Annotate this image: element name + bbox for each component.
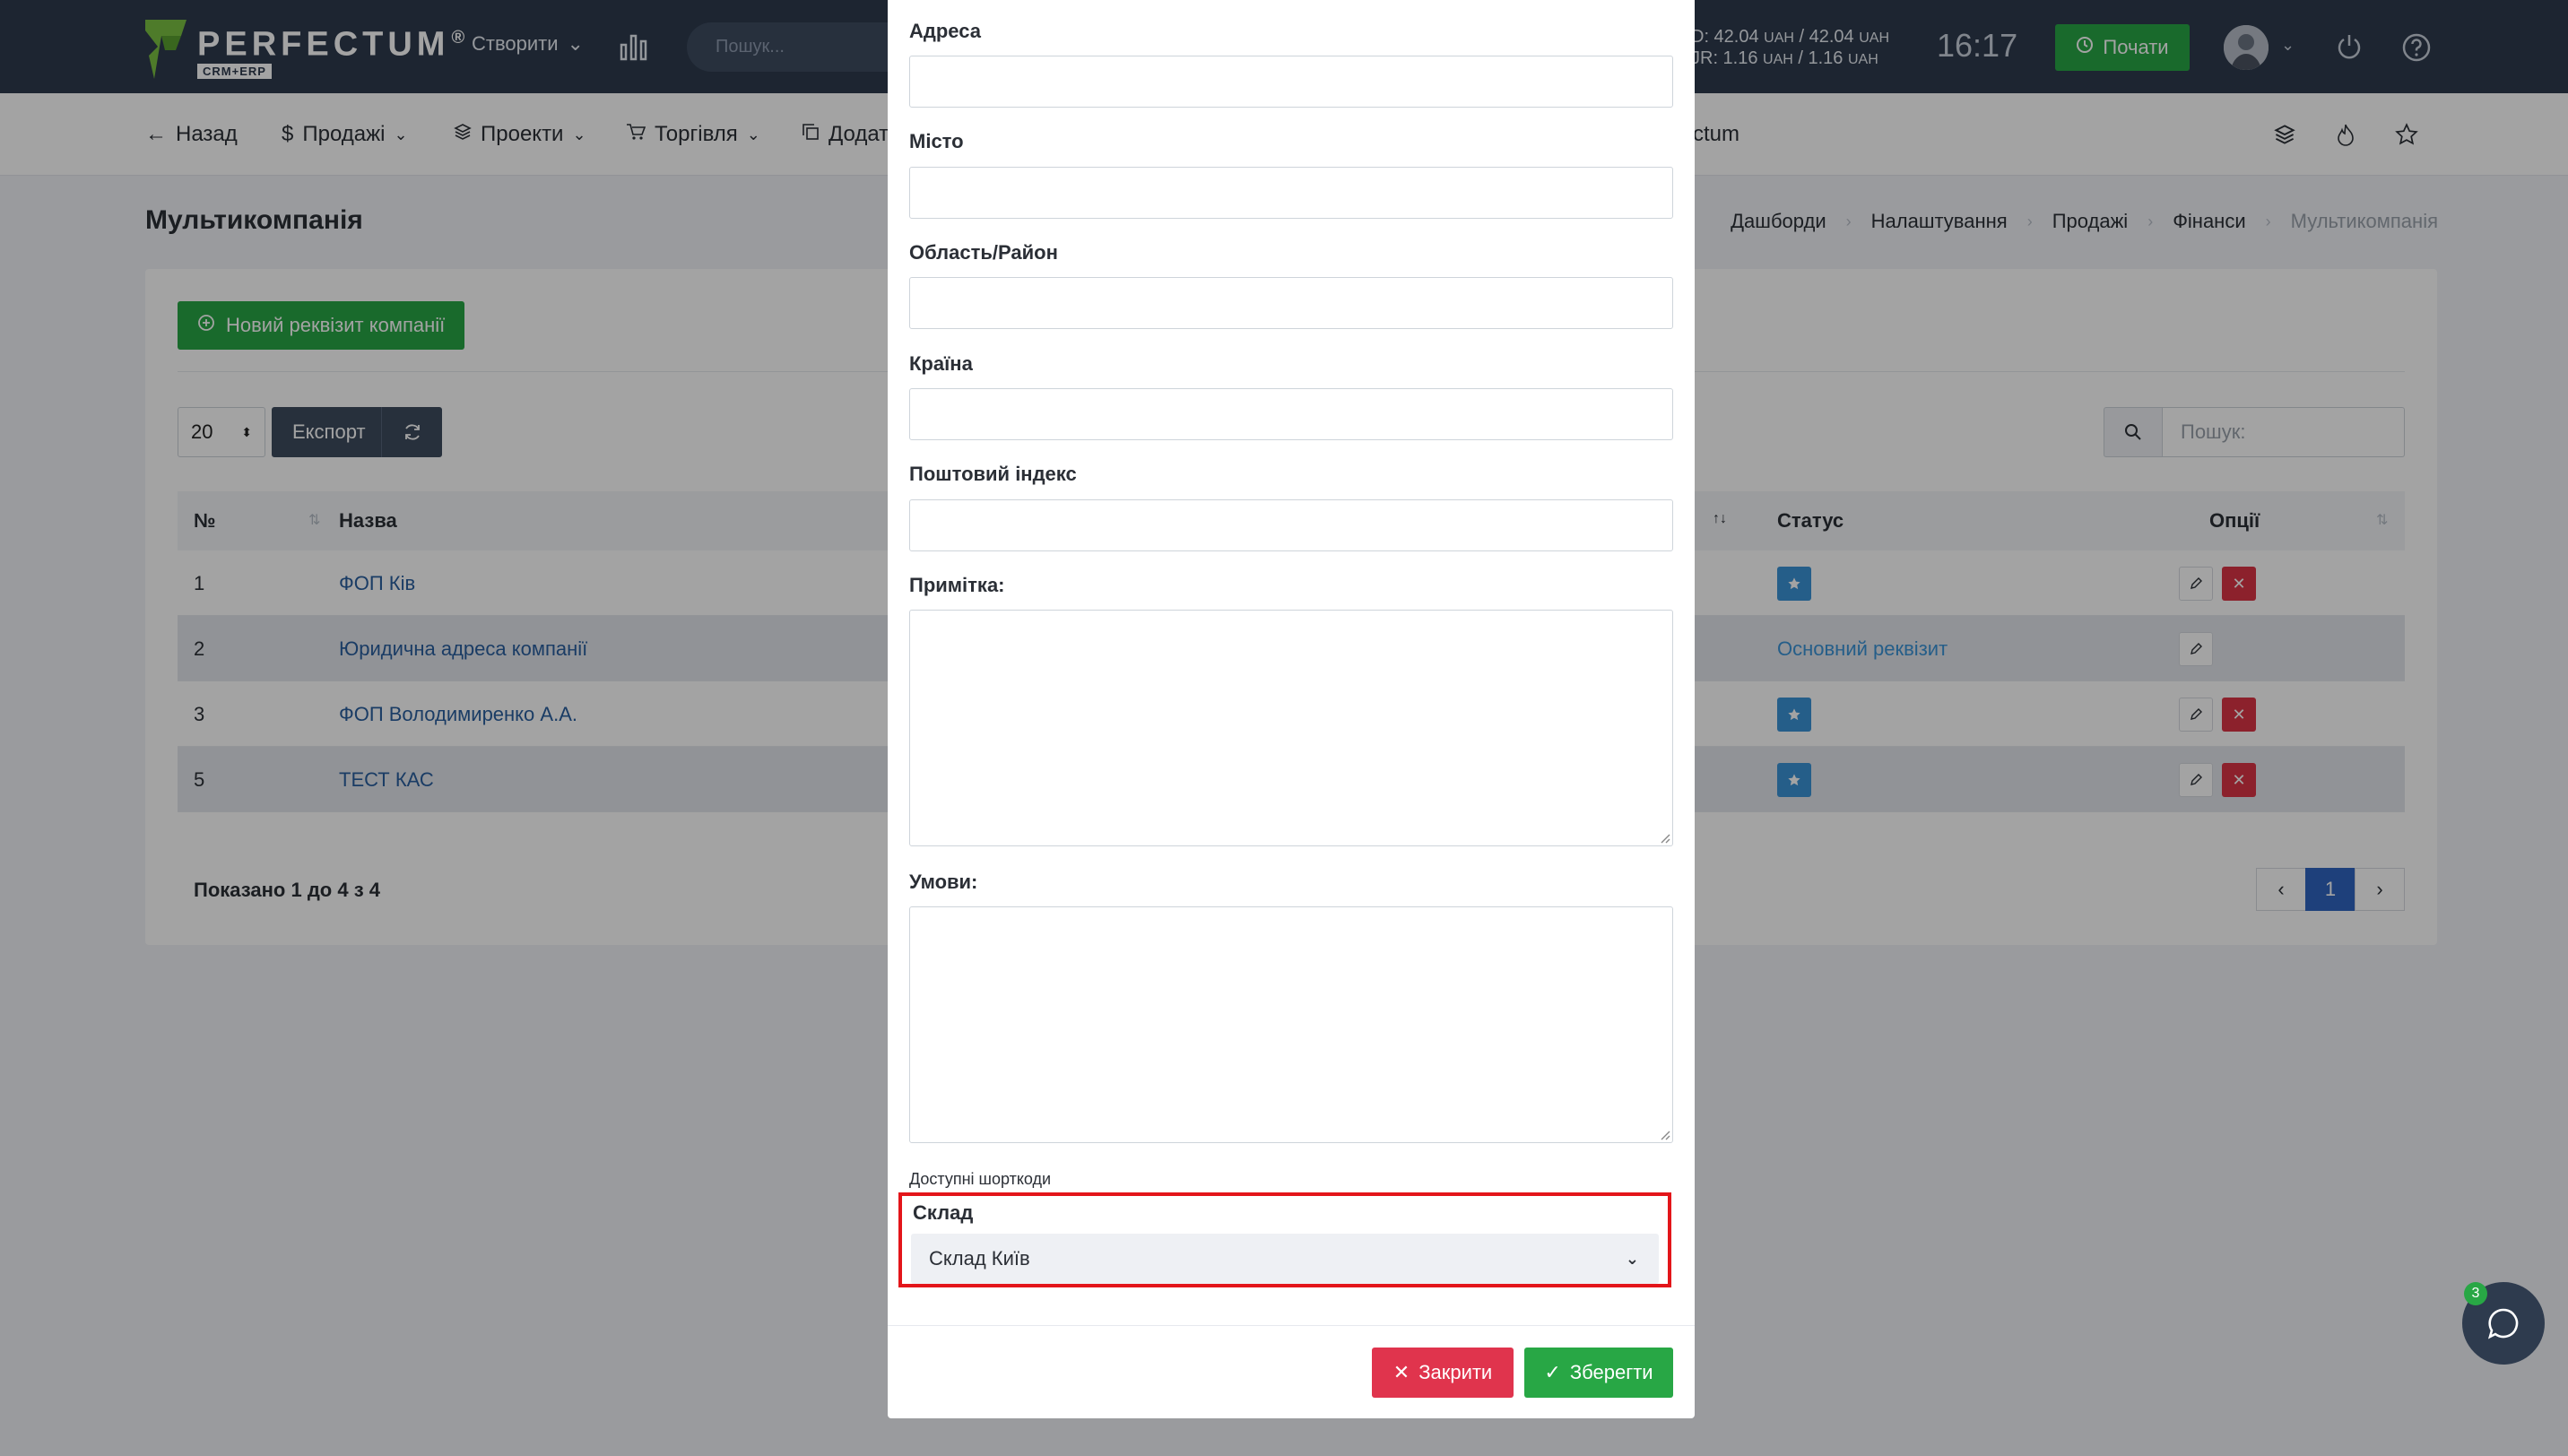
save-button-label: Зберегти — [1569, 1361, 1653, 1383]
warehouse-select[interactable]: Склад Київ ⌄ — [911, 1234, 1659, 1284]
address-label: Адреса — [909, 20, 981, 42]
close-icon: ✕ — [1392, 1361, 1410, 1383]
country-label: Країна — [909, 352, 973, 375]
note-textarea[interactable] — [909, 610, 1673, 846]
country-input[interactable] — [909, 388, 1673, 440]
address-input[interactable] — [909, 56, 1673, 108]
region-label: Область/Район — [909, 241, 1058, 264]
company-detail-modal: Адреса Місто Область/Район Країна Поштов… — [888, 0, 1695, 1418]
chat-bubble-icon — [2487, 1308, 2519, 1339]
save-button[interactable]: ✓ Зберегти — [1524, 1348, 1673, 1398]
close-button-label: Закрити — [1418, 1361, 1493, 1383]
warehouse-label: Склад — [913, 1201, 974, 1224]
chat-unread-badge: 3 — [2464, 1282, 2487, 1305]
resize-handle-icon[interactable] — [1658, 831, 1670, 844]
city-label: Місто — [909, 130, 964, 152]
zip-label: Поштовий індекс — [909, 463, 1077, 485]
zip-input[interactable] — [909, 499, 1673, 551]
warehouse-selected-value: Склад Київ — [929, 1247, 1030, 1270]
available-shortcodes-link[interactable]: Доступні шорткоди — [909, 1170, 1051, 1189]
region-input[interactable] — [909, 277, 1673, 329]
warehouse-field-highlight: Склад Склад Київ ⌄ — [898, 1192, 1671, 1287]
resize-handle-icon[interactable] — [1658, 1128, 1670, 1140]
city-input[interactable] — [909, 167, 1673, 219]
chevron-down-icon: ⌄ — [1625, 1250, 1639, 1268]
terms-label: Умови: — [909, 871, 978, 893]
modal-footer-divider — [888, 1325, 1695, 1326]
check-icon: ✓ — [1544, 1361, 1561, 1383]
note-label: Примітка: — [909, 574, 1005, 596]
terms-textarea[interactable] — [909, 906, 1673, 1143]
close-button[interactable]: ✕ Закрити — [1372, 1348, 1514, 1398]
